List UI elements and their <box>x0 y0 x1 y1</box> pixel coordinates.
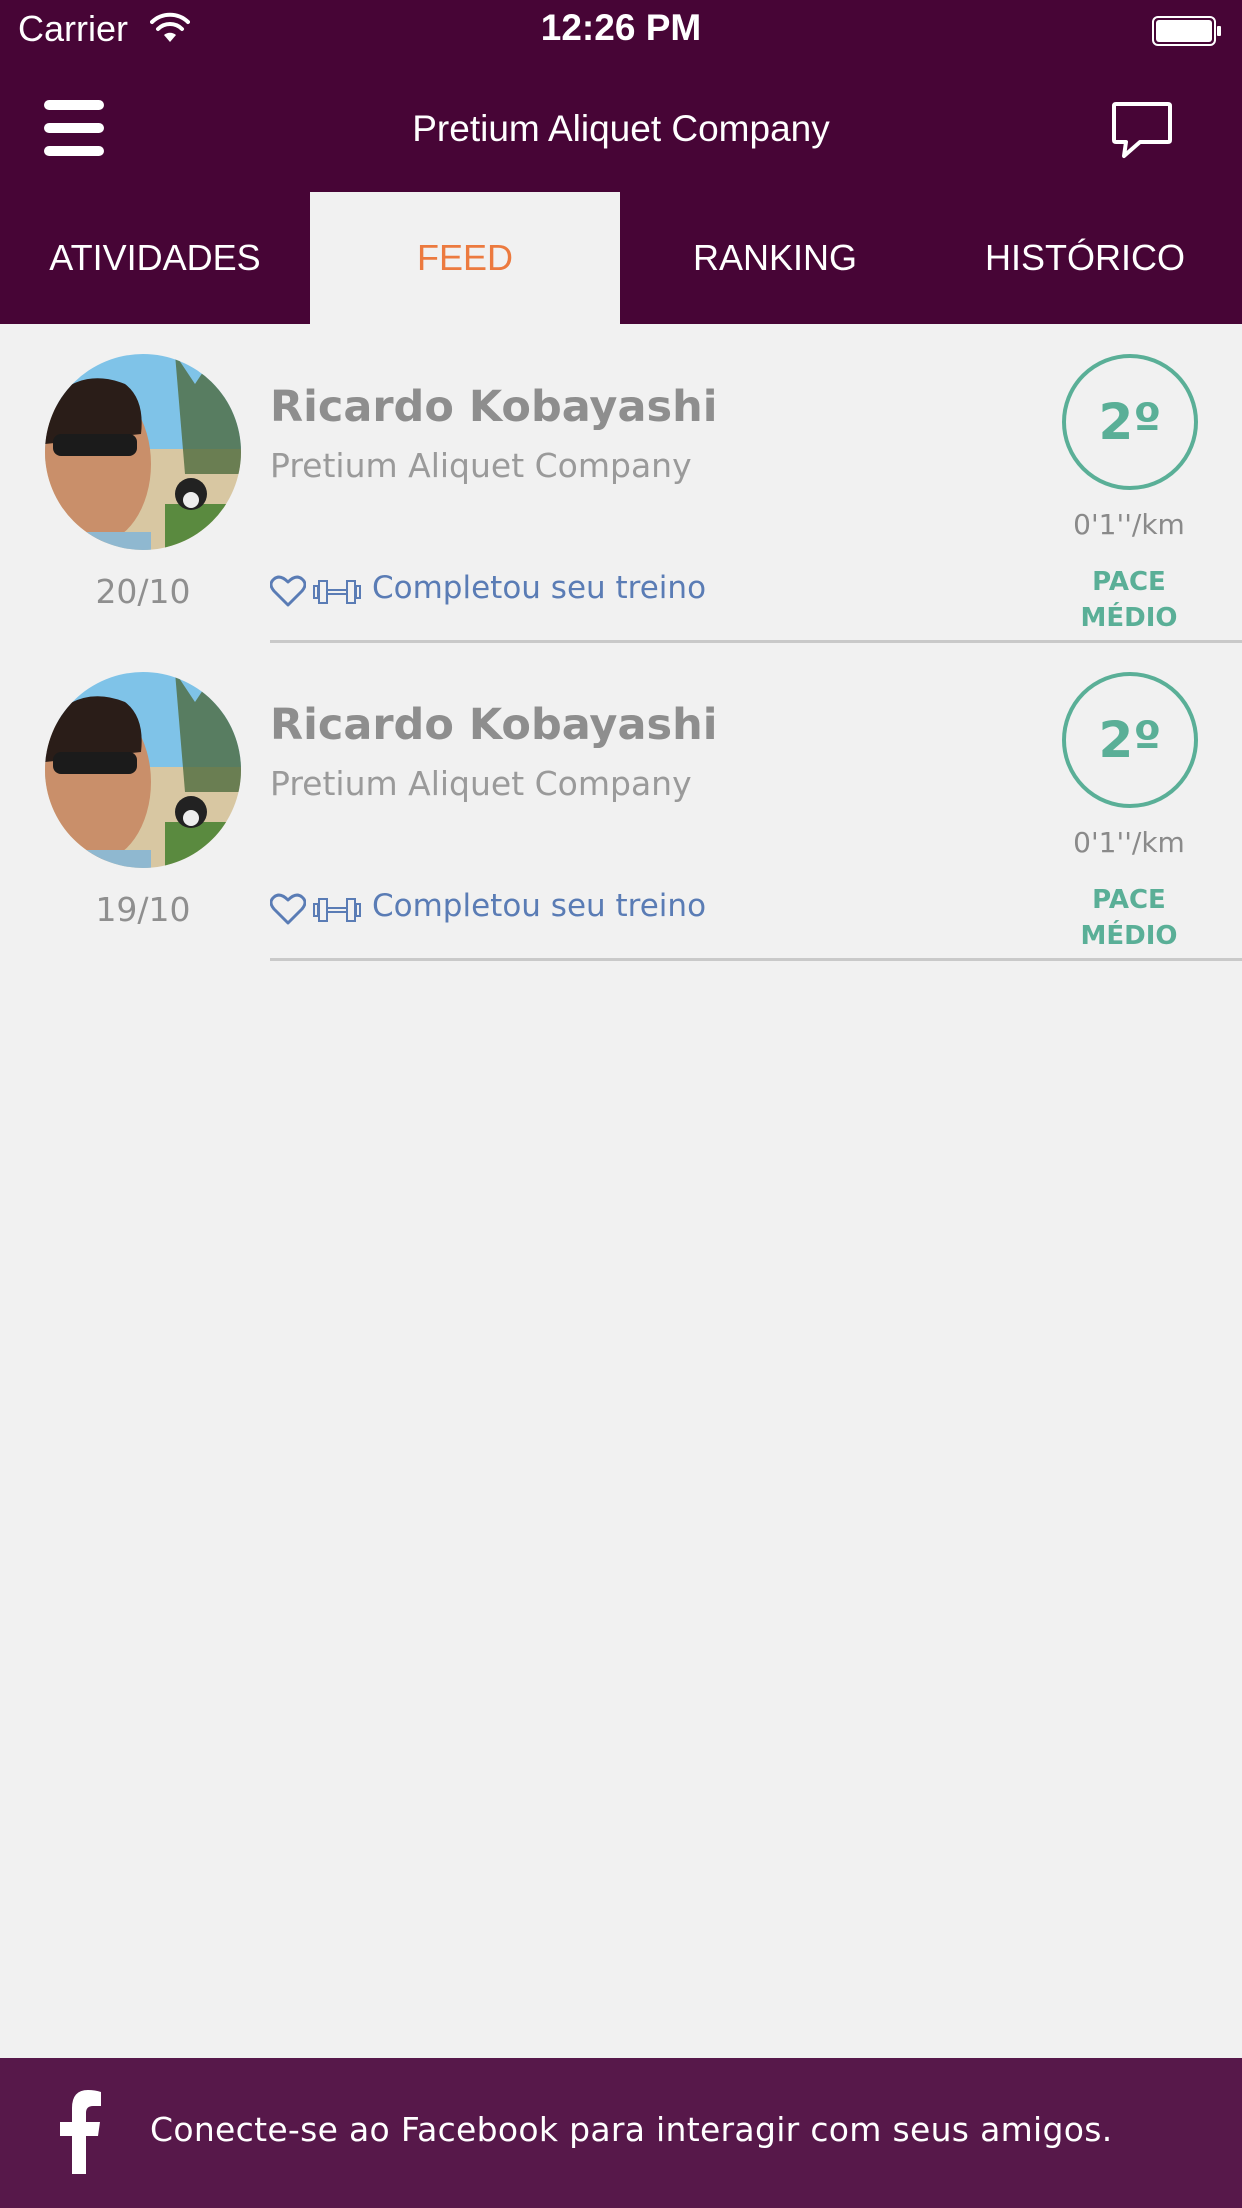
tab-ranking[interactable]: RANKING <box>620 192 930 324</box>
activity-line: Completou seu treino <box>270 886 730 932</box>
feed-item[interactable]: 19/10 Ricardo Kobayashi Pretium Aliquet … <box>0 642 1242 961</box>
status-time: 12:26 PM <box>540 7 702 48</box>
rank-badge: 2º <box>1062 672 1198 808</box>
divider <box>270 958 1242 961</box>
feed-item[interactable]: 20/10 Ricardo Kobayashi Pretium Aliquet … <box>0 324 1242 643</box>
nav-bar: Pretium Aliquet Company <box>0 64 1242 192</box>
pace-label: PACE MÉDIO <box>1040 882 1218 954</box>
avatar[interactable] <box>45 672 241 868</box>
pace-label-line2: MÉDIO <box>1080 921 1178 951</box>
pace-label-line1: PACE <box>1092 567 1166 597</box>
feed-date: 19/10 <box>95 890 191 929</box>
activity-line: Completou seu treino <box>270 568 730 614</box>
feed-date: 20/10 <box>95 572 191 611</box>
tab-atividades[interactable]: ATIVIDADES <box>0 192 310 324</box>
user-company: Pretium Aliquet Company <box>270 764 692 803</box>
dumbbell-icon <box>313 580 361 604</box>
heart-icon[interactable] <box>270 574 306 608</box>
facebook-icon <box>60 2090 101 2174</box>
tab-historico[interactable]: HISTÓRICO <box>930 192 1240 324</box>
heart-icon[interactable] <box>270 892 306 926</box>
pace-value: 0'1''/km <box>1073 826 1185 859</box>
avatar[interactable] <box>45 354 241 550</box>
facebook-connect-banner[interactable]: Conecte-se ao Facebook para interagir co… <box>0 2058 1242 2208</box>
page-title: Pretium Aliquet Company <box>412 108 830 149</box>
chat-bubble-icon[interactable] <box>1110 100 1174 162</box>
pace-label-line1: PACE <box>1092 885 1166 915</box>
rank-badge: 2º <box>1062 354 1198 490</box>
battery-icon <box>1152 16 1221 46</box>
tab-feed[interactable]: FEED <box>310 192 620 324</box>
tab-bar: ATIVIDADES FEED RANKING HISTÓRICO <box>0 192 1242 324</box>
facebook-connect-text: Conecte-se ao Facebook para interagir co… <box>150 2110 1113 2149</box>
pace-label: PACE MÉDIO <box>1040 564 1218 636</box>
dumbbell-icon <box>313 898 361 922</box>
pace-value: 0'1''/km <box>1073 508 1185 541</box>
user-name[interactable]: Ricardo Kobayashi <box>270 382 717 432</box>
user-company: Pretium Aliquet Company <box>270 446 692 485</box>
activity-text[interactable]: Completou seu treino <box>372 888 706 924</box>
activity-text[interactable]: Completou seu treino <box>372 570 706 606</box>
pace-label-line2: MÉDIO <box>1080 603 1178 633</box>
status-bar: Carrier 12:26 PM <box>0 0 1242 64</box>
user-name[interactable]: Ricardo Kobayashi <box>270 700 717 750</box>
